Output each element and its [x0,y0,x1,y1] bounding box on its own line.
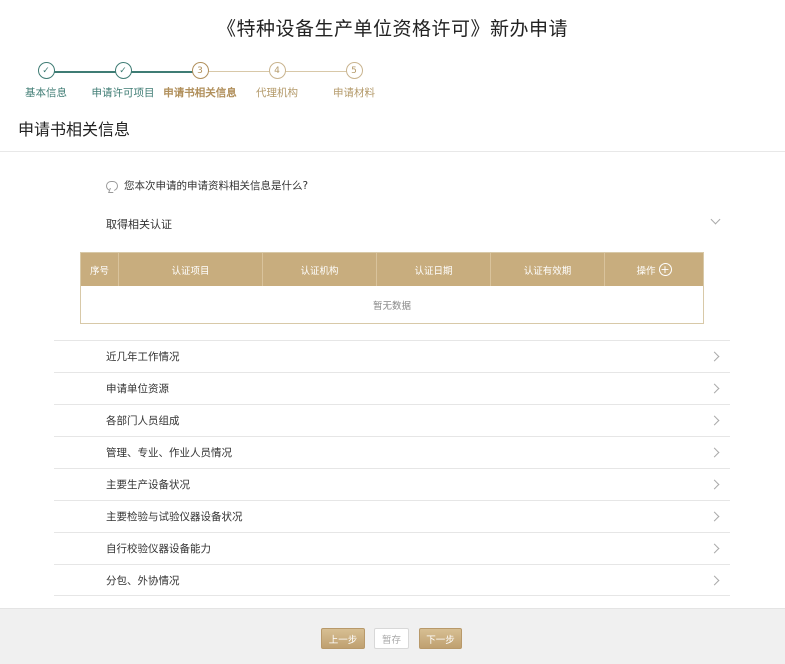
check-icon: ✓ [37,62,55,79]
chevron-right-icon [709,415,720,426]
section-row-departments[interactable]: 各部门人员组成 [54,404,730,436]
column-header: 认证项目 [119,253,263,286]
chat-bubble-icon [106,180,118,191]
section-row-personnel[interactable]: 管理、专业、作业人员情况 [54,436,730,468]
chevron-right-icon [709,383,720,394]
section-row-test-equipment[interactable]: 主要检验与试验仪器设备状况 [54,500,730,532]
section-row-resources[interactable]: 申请单位资源 [54,372,730,404]
next-button[interactable]: 下一步 [419,628,462,649]
section-label: 申请单位资源 [106,383,169,395]
section-label: 管理、专业、作业人员情况 [106,447,232,459]
column-header: 序号 [81,253,119,286]
divider [0,151,785,152]
chevron-down-icon[interactable] [710,214,721,225]
column-header: 操作 [636,265,656,277]
footer-bar: 上一步 暂存 下一步 [0,608,785,664]
section-label: 分包、外协情况 [106,574,180,587]
section-list: 近几年工作情况 申请单位资源 各部门人员组成 管理、专业、作业人员情况 主要生产… [54,340,730,596]
chevron-right-icon [709,543,720,554]
column-header: 认证有效期 [491,253,605,286]
chevron-right-icon [709,479,720,490]
check-icon: ✓ [114,62,132,79]
section-label: 自行校验仪器设备能力 [106,543,211,555]
stepper: ✓ 基本信息 ✓ 申请许可项目 3 申请书相关信息 4 代理机构 5 申请材料 [0,62,420,102]
page: 《特种设备生产单位资格许可》新办申请 ✓ 基本信息 ✓ 申请许可项目 3 申请书… [0,0,785,664]
section-row-subcontracting[interactable]: 分包、外协情况 [54,564,730,596]
chevron-right-icon [709,447,720,458]
cert-table: 序号 认证项目 认证机构 认证日期 认证有效期 操作 + 暂无数据 [80,252,704,324]
chevron-right-icon [709,351,720,362]
question-text: 您本次申请的申请资料相关信息是什么? [106,178,308,193]
section-label: 近几年工作情况 [106,351,180,363]
prev-button[interactable]: 上一步 [321,628,365,649]
question-label: 您本次申请的申请资料相关信息是什么? [124,180,309,192]
page-title: 《特种设备生产单位资格许可》新办申请 [216,18,568,40]
section-title: 申请书相关信息 [18,120,131,139]
save-draft-button[interactable]: 暂存 [374,628,409,649]
cert-section-header[interactable]: 取得相关认证 [106,216,172,232]
section-label: 主要生产设备状况 [106,479,190,491]
step-number: 5 [345,62,363,79]
step-number: 3 [191,62,209,79]
chevron-right-icon [709,575,720,586]
section-label: 主要检验与试验仪器设备状况 [106,511,243,523]
column-header: 认证机构 [263,253,377,286]
section-row-work-history[interactable]: 近几年工作情况 [54,340,730,372]
add-circle-icon[interactable]: + [658,263,672,276]
empty-state: 暂无数据 [372,300,411,312]
column-header: 认证日期 [377,253,491,286]
table-header: 序号 认证项目 认证机构 认证日期 认证有效期 操作 + [81,253,703,286]
section-row-production-equipment[interactable]: 主要生产设备状况 [54,468,730,500]
section-row-calibration[interactable]: 自行校验仪器设备能力 [54,532,730,564]
step-label: 申请材料 [333,87,375,99]
step-materials[interactable]: 5 申请材料 [304,62,404,100]
chevron-right-icon [709,511,720,522]
column-header-actions: 操作 + [605,253,703,286]
step-number: 4 [268,62,286,79]
section-label: 各部门人员组成 [106,415,180,427]
